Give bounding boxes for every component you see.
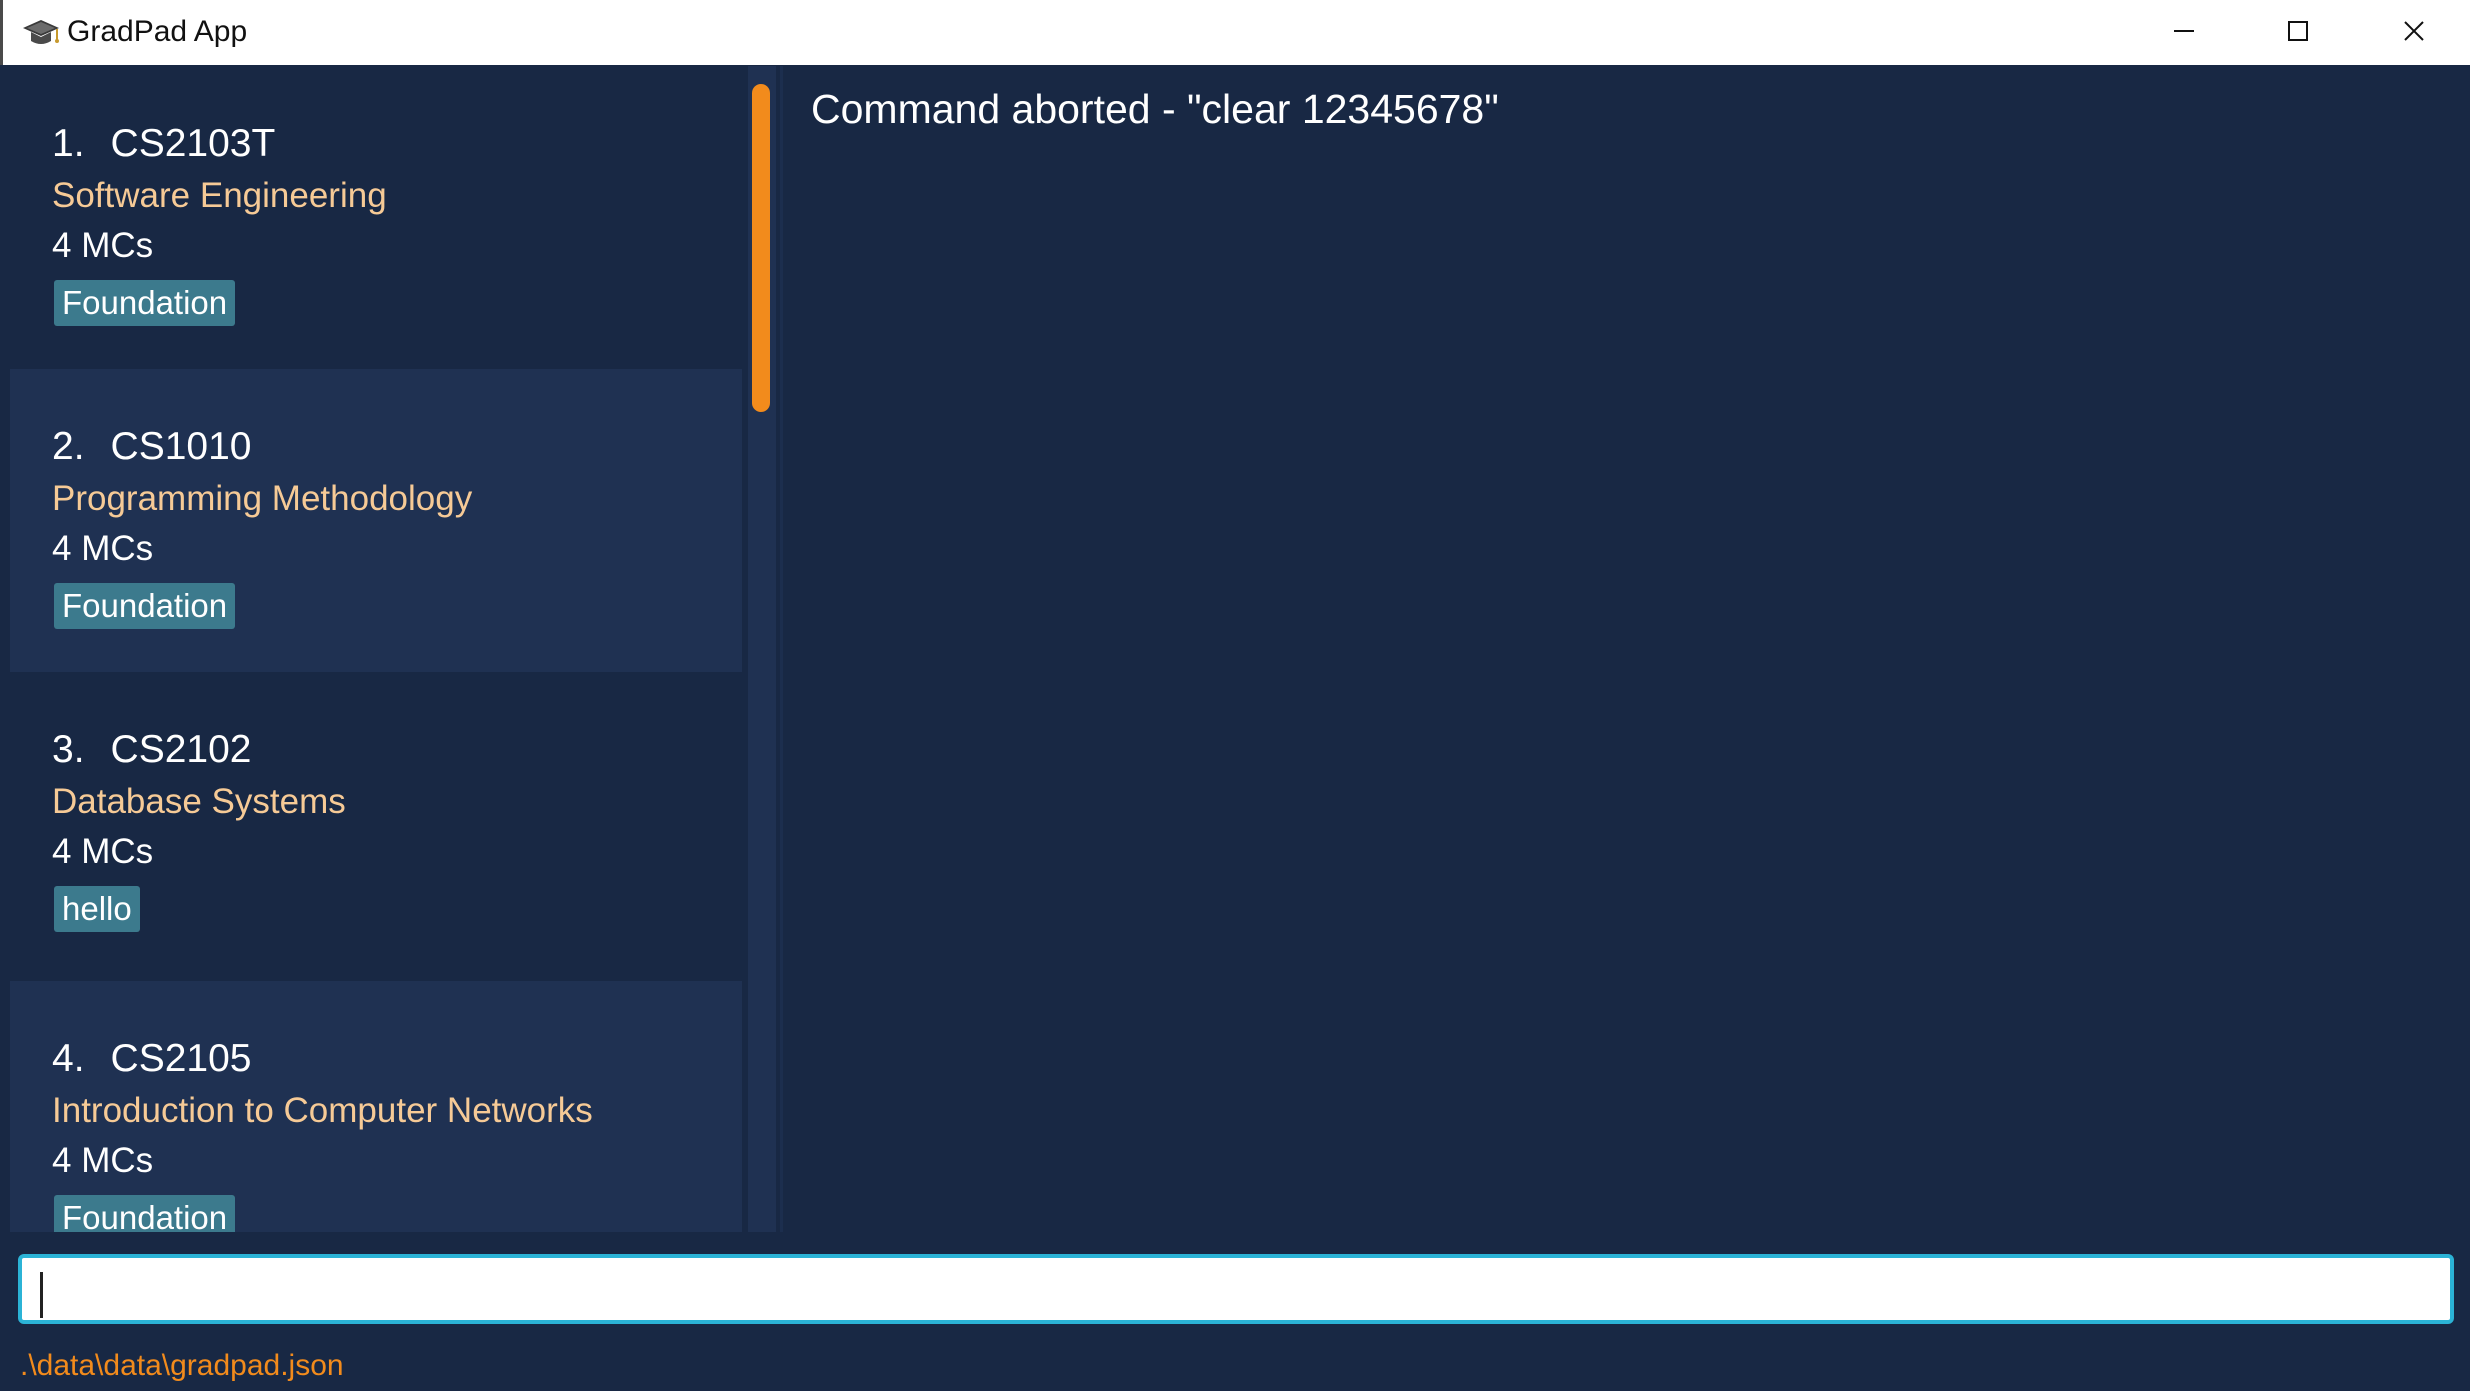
close-button[interactable] [2357, 0, 2470, 62]
module-code: CS2102 [110, 728, 252, 771]
module-index: 3. [52, 728, 85, 771]
module-name: Introduction to Computer Networks [52, 1091, 593, 1130]
module-name: Database Systems [52, 782, 346, 821]
result-display: Command aborted - "clear 12345678" [780, 66, 2470, 1232]
result-message: Command aborted - "clear 12345678" [811, 86, 1499, 132]
module-index: 2. [52, 425, 85, 468]
module-code: CS2105 [110, 1037, 252, 1080]
module-code: CS2103T [110, 122, 276, 165]
module-title: 3. CS2102 [52, 728, 251, 772]
title-bar: GradPad App [0, 0, 2470, 65]
status-bar-file-path: .\data\data\gradpad.json [20, 1349, 344, 1382]
module-name: Programming Methodology [52, 479, 473, 518]
module-card[interactable]: 3. CS2102 Database Systems 4 MCs hello [10, 672, 742, 975]
minimize-button[interactable] [2127, 0, 2241, 62]
module-name: Software Engineering [52, 176, 387, 215]
module-card[interactable]: 2. CS1010 Programming Methodology 4 MCs F… [10, 369, 742, 672]
module-index: 1. [52, 122, 85, 165]
gradpad-window: GradPad App 1. CS2103T Software Engineeri… [0, 0, 2470, 1391]
module-index: 4. [52, 1037, 85, 1080]
module-title: 2. CS1010 [52, 425, 251, 469]
module-tag: hello [54, 886, 140, 932]
module-list[interactable]: 1. CS2103T Software Engineering 4 MCs Fou… [4, 66, 776, 1232]
text-cursor [40, 1272, 43, 1318]
module-credits: 4 MCs [52, 1141, 154, 1180]
command-area: .\data\data\gradpad.json [0, 1232, 2470, 1391]
module-card[interactable]: 1. CS2103T Software Engineering 4 MCs Fou… [10, 66, 742, 369]
graduation-cap-icon [23, 20, 59, 44]
maximize-icon [2288, 21, 2308, 41]
close-icon [2404, 21, 2424, 41]
maximize-button[interactable] [2241, 0, 2355, 62]
minimize-icon [2174, 30, 2194, 32]
window-title: GradPad App [67, 15, 248, 48]
module-code: CS1010 [110, 425, 252, 468]
module-credits: 4 MCs [52, 529, 154, 568]
module-tag: Foundation [54, 583, 236, 629]
module-tag: Foundation [54, 280, 236, 326]
module-card[interactable]: 4. CS2105 Introduction to Computer Networ… [10, 981, 742, 1232]
list-scrollbar-thumb[interactable] [752, 84, 770, 412]
module-tag: Foundation [54, 1195, 236, 1232]
module-title: 4. CS2105 [52, 1037, 251, 1081]
command-input[interactable] [18, 1254, 2454, 1324]
module-credits: 4 MCs [52, 832, 154, 871]
module-title: 1. CS2103T [52, 122, 275, 166]
module-credits: 4 MCs [52, 226, 154, 265]
